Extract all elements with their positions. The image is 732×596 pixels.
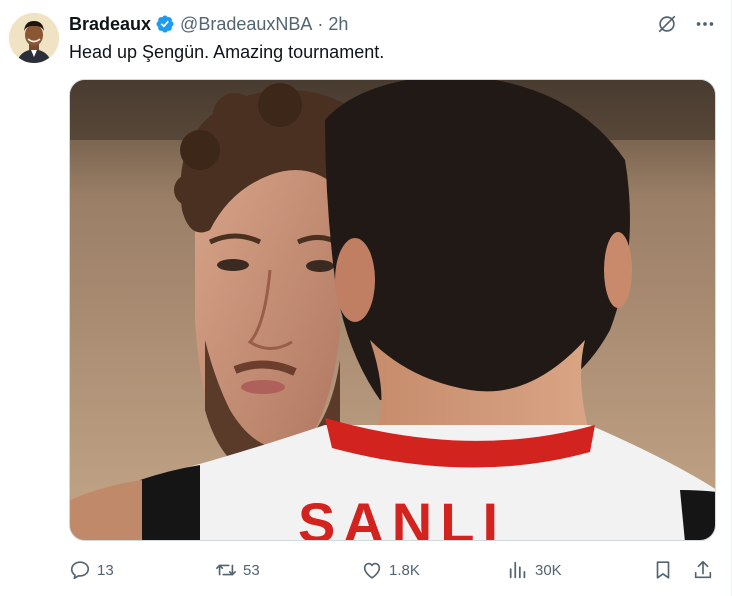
timestamp[interactable]: 2h xyxy=(328,14,348,35)
tweet-header: Bradeaux @BradeauxNBA · 2h xyxy=(69,12,651,36)
share-button[interactable] xyxy=(692,556,714,584)
reply-button[interactable]: 13 xyxy=(69,556,114,584)
tweet-text: Head up Şengün. Amazing tournament. xyxy=(69,42,385,62)
like-count: 1.8K xyxy=(389,561,420,579)
separator-dot: · xyxy=(317,13,324,34)
avatar[interactable] xyxy=(9,13,59,63)
like-icon xyxy=(361,559,383,581)
grok-icon[interactable] xyxy=(655,12,679,36)
reply-icon xyxy=(69,559,91,581)
action-bar: 13 53 1.8K 30K xyxy=(69,556,717,584)
display-name[interactable]: Bradeaux xyxy=(69,14,151,35)
jersey-text: SANLI xyxy=(298,491,506,541)
more-icon[interactable] xyxy=(693,12,717,36)
repost-icon xyxy=(215,559,237,581)
like-button[interactable]: 1.8K xyxy=(361,556,420,584)
share-icon xyxy=(692,559,714,581)
verified-badge-icon xyxy=(155,14,175,34)
handle[interactable]: @BradeauxNBA xyxy=(180,14,312,35)
repost-count: 53 xyxy=(243,561,260,579)
bookmark-icon xyxy=(652,559,674,581)
tweet[interactable]: Bradeaux @BradeauxNBA · 2h Head up Şengü xyxy=(0,0,732,596)
views-count: 30K xyxy=(535,561,562,579)
top-actions xyxy=(655,12,717,36)
bookmark-button[interactable] xyxy=(652,556,674,584)
reply-count: 13 xyxy=(97,561,114,579)
views-button[interactable]: 30K xyxy=(507,556,562,584)
tweet-photo[interactable]: SANLI xyxy=(69,79,716,541)
repost-button[interactable]: 53 xyxy=(215,556,260,584)
views-icon xyxy=(507,559,529,581)
